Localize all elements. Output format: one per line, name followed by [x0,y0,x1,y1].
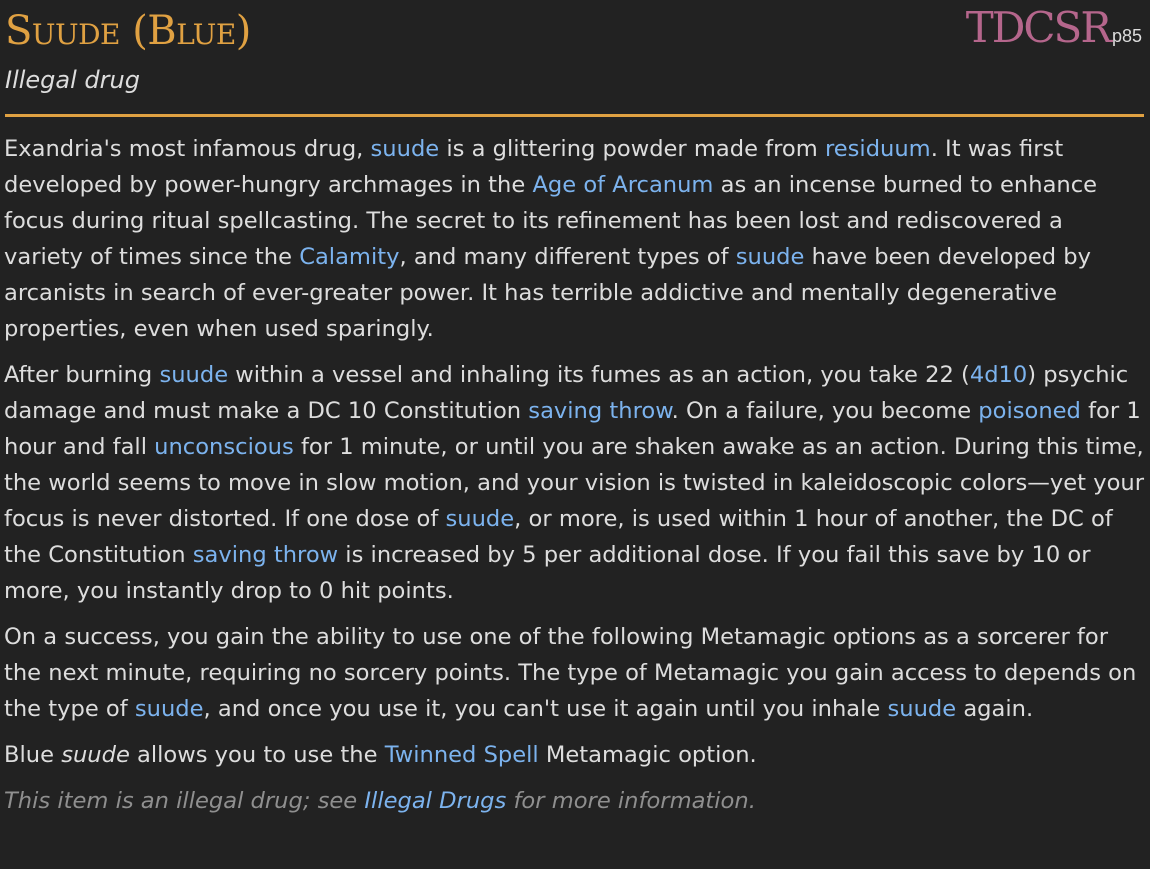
link-residuum[interactable]: residuum [825,136,931,162]
link-twinned-spell[interactable]: Twinned Spell [385,742,539,768]
item-title: Suude (Blue) [5,8,251,54]
paragraph-success: On a success, you gain the ability to us… [4,619,1144,727]
text: Metamagic option. [538,742,757,768]
item-type: Illegal drug [5,66,140,94]
illegal-drug-note: This item is an illegal drug; see Illega… [4,783,1144,819]
link-saving-throw[interactable]: saving throw [528,398,671,424]
link-suude[interactable]: suude [371,136,440,162]
text: allows you to use the [129,742,385,768]
text: is a glittering powder made from [439,136,825,162]
link-suude[interactable]: suude [446,506,515,532]
header-divider [5,114,1144,117]
link-suude[interactable]: suude [159,362,228,388]
text: within a vessel and inhaling its fumes a… [228,362,970,388]
link-suude[interactable]: suude [736,244,805,270]
paragraph-effects: After burning suude within a vessel and … [4,357,1144,609]
paragraph-variant: Blue suude allows you to use the Twinned… [4,737,1144,773]
text: Blue [4,742,62,768]
text: . On a failure, you become [671,398,979,424]
source-name[interactable]: TDCSR [966,3,1112,52]
link-unconscious[interactable]: unconscious [154,434,294,460]
text: for more information. [506,788,756,814]
source-page: p85 [1111,26,1142,46]
text: , and many different types of [399,244,736,270]
link-calamity[interactable]: Calamity [299,244,399,270]
text: Exandria's most infamous drug, [4,136,371,162]
item-header: Suude (Blue) TDCSR p85 Illegal drug [0,0,1150,117]
item-description: Exandria's most infamous drug, suude is … [4,131,1144,829]
link-age-of-arcanum[interactable]: Age of Arcanum [532,172,713,198]
link-suude[interactable]: suude [888,696,957,722]
text: , and once you use it, you can't use it … [203,696,888,722]
emphasis-suude: suude [61,742,130,768]
paragraph-description: Exandria's most infamous drug, suude is … [4,131,1144,347]
text: After burning [4,362,160,388]
link-suude[interactable]: suude [135,696,204,722]
dice-roll-4d10[interactable]: 4d10 [970,362,1027,388]
link-poisoned[interactable]: poisoned [978,398,1081,424]
text: again. [956,696,1034,722]
link-saving-throw[interactable]: saving throw [193,542,338,568]
text: This item is an illegal drug; see [4,788,365,814]
source-citation[interactable]: TDCSR p85 [966,4,1142,52]
link-illegal-drugs[interactable]: Illegal Drugs [364,788,506,814]
